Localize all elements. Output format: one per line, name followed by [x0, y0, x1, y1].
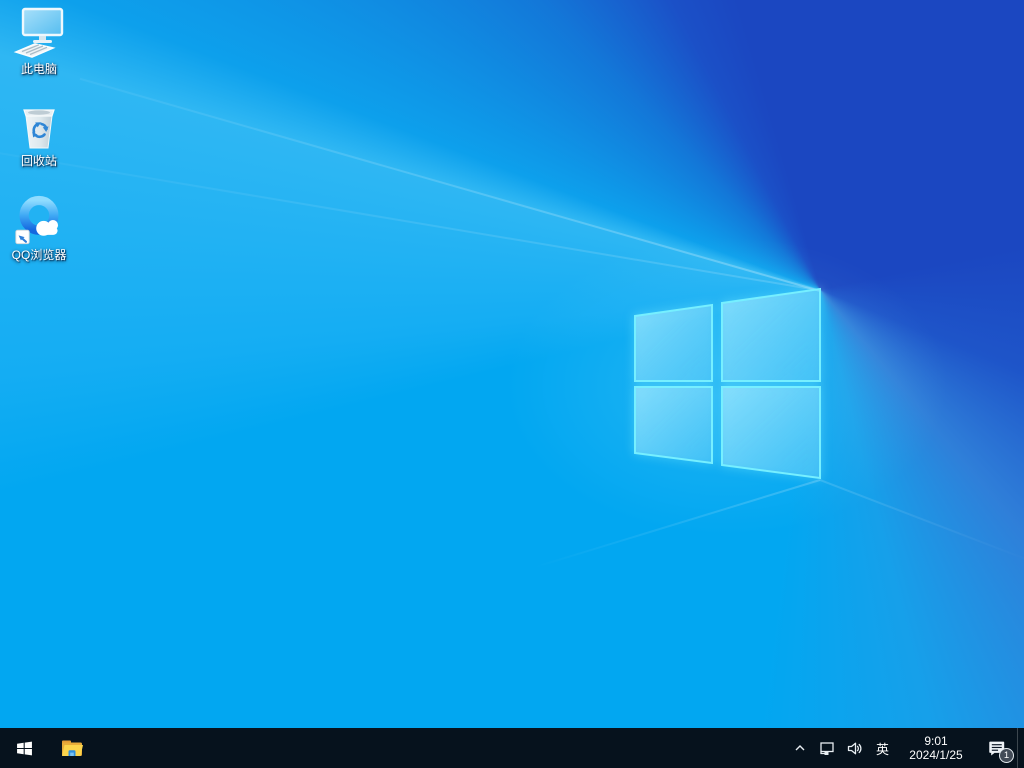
taskbar-clock[interactable]: 9:01 2024/1/25 [897, 728, 977, 768]
desktop-icon-label: 回收站 [21, 155, 57, 168]
ime-language-indicator[interactable]: 英 [868, 728, 897, 768]
taskbar-file-explorer-button[interactable] [48, 728, 96, 768]
desktop[interactable]: 此电脑 [0, 0, 1024, 728]
system-tray: 英 9:01 2024/1/25 1 [788, 728, 1024, 768]
windows-logo-wallpaper [0, 0, 1024, 728]
qq-browser-icon [13, 192, 65, 248]
start-windows-icon [16, 740, 33, 757]
volume-tray-button[interactable] [841, 728, 868, 768]
chevron-up-icon [794, 742, 806, 754]
file-explorer-icon [60, 736, 84, 760]
ethernet-network-icon [818, 740, 835, 757]
action-center-button[interactable]: 1 [977, 728, 1017, 768]
network-tray-button[interactable] [812, 728, 841, 768]
notification-count-badge: 1 [999, 748, 1014, 763]
taskbar: 英 9:01 2024/1/25 1 [0, 728, 1024, 768]
clock-date: 2024/1/25 [909, 748, 962, 763]
desktop-icon-recycle-bin[interactable]: 回收站 [2, 98, 76, 168]
start-button[interactable] [0, 728, 48, 768]
ime-label: 英 [876, 739, 889, 758]
speaker-icon [846, 740, 863, 757]
this-pc-icon [13, 6, 65, 62]
clock-time: 9:01 [924, 734, 947, 749]
desktop-icon-label: QQ浏览器 [12, 249, 67, 262]
desktop-icon-qq-browser[interactable]: QQ浏览器 [2, 192, 76, 262]
desktop-icon-this-pc[interactable]: 此电脑 [2, 6, 76, 76]
windows-desktop-screen: 此电脑 [0, 0, 1024, 768]
taskbar-empty-area[interactable] [96, 728, 788, 768]
recycle-bin-icon [13, 98, 65, 154]
desktop-icon-label: 此电脑 [21, 63, 57, 76]
show-hidden-icons-button[interactable] [788, 728, 812, 768]
show-desktop-button[interactable] [1017, 728, 1024, 768]
